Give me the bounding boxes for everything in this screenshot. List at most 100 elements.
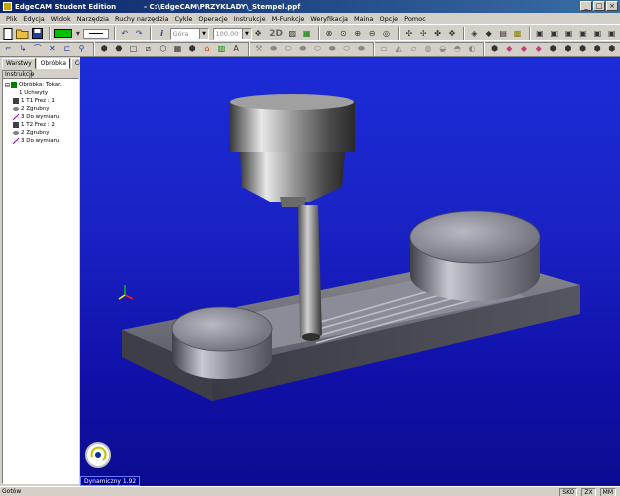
sim-1-icon[interactable]: ⬢ — [488, 42, 501, 56]
window-4-icon[interactable]: ▣ — [577, 27, 589, 41]
zoom-icon[interactable]: ◎ — [380, 27, 392, 41]
fixture-icon[interactable]: ▥ — [215, 42, 228, 56]
view-combo[interactable]: Góra ▼ — [169, 27, 210, 40]
sim-2-icon[interactable]: ◆ — [503, 42, 516, 56]
menu-cykle[interactable]: Cykle — [171, 15, 195, 23]
bracket-icon[interactable]: ⊏ — [61, 42, 74, 56]
new-file-icon[interactable] — [2, 27, 14, 41]
minimize-button[interactable]: _ — [580, 1, 592, 11]
cycle-7-icon[interactable]: ◐ — [466, 42, 479, 56]
point-icon[interactable]: ✕ — [46, 42, 59, 56]
tree-node[interactable]: 3 Do wymiaru — [5, 137, 76, 145]
redo-icon[interactable]: ↷ — [133, 27, 145, 41]
zoom-out-icon[interactable]: ⊖ — [366, 27, 378, 41]
menu-edycja[interactable]: Edycja — [20, 15, 47, 23]
tree-node[interactable]: 2 Zgrubny — [5, 105, 76, 113]
probe-icon[interactable]: ⚲ — [75, 42, 88, 56]
menu-plik[interactable]: Plik — [3, 15, 20, 23]
menu-narzedzia[interactable]: Narzędzia — [74, 15, 112, 23]
menu-m-funkcje[interactable]: M-Funkcje — [269, 15, 308, 23]
face-icon[interactable]: ⬭ — [311, 42, 324, 56]
cycle-6-icon[interactable]: ◓ — [451, 42, 464, 56]
move-icon[interactable]: ✥ — [446, 27, 458, 41]
sim-6-icon[interactable]: ⬢ — [562, 42, 575, 56]
tool-holder-icon[interactable]: ▦ — [300, 27, 312, 41]
view-orientation-icon[interactable] — [85, 442, 111, 468]
polyline-icon[interactable]: ↳ — [17, 42, 30, 56]
line-style-combo[interactable] — [82, 27, 109, 41]
cycle-4-icon[interactable]: ◍ — [422, 42, 435, 56]
component-icon[interactable]: ⬡ — [157, 42, 170, 56]
view-arrows-icon[interactable]: ✢ — [417, 27, 429, 41]
tree-node-root[interactable]: ⊟ Obróbka: Tokar. — [5, 81, 76, 89]
tree-node[interactable]: 1 T1 Frez : 1 — [5, 97, 76, 105]
menu-ruchy-narzedzia[interactable]: Ruchy narzędzia — [112, 15, 171, 23]
drill-icon[interactable]: ⬬ — [326, 42, 339, 56]
cube-icon[interactable]: ▨ — [286, 27, 298, 41]
slot-icon[interactable]: ⬭ — [340, 42, 353, 56]
cycle-3-icon[interactable]: ▱ — [407, 42, 420, 56]
undo-icon[interactable]: ↶ — [119, 27, 131, 41]
tab-warstwy[interactable]: Warstwy — [2, 58, 36, 69]
maximize-button[interactable]: □ — [593, 1, 605, 11]
menu-opcje[interactable]: Opcje — [377, 15, 402, 23]
save-icon[interactable] — [31, 27, 44, 41]
view-pan-icon[interactable]: ✤ — [431, 27, 443, 41]
line-icon[interactable]: ⌐ — [2, 42, 15, 56]
sim-7-icon[interactable]: ⬢ — [576, 42, 589, 56]
window-3-icon[interactable]: ▣ — [562, 27, 574, 41]
stock-icon[interactable]: ⬢ — [98, 42, 111, 56]
window-2-icon[interactable]: ▣ — [548, 27, 560, 41]
menu-widok[interactable]: Widok — [48, 15, 74, 23]
mode-2d-label[interactable]: 2D — [269, 29, 283, 39]
sim-5-icon[interactable]: ⬢ — [547, 42, 560, 56]
pan-icon[interactable]: ✥ — [252, 27, 264, 41]
house-icon[interactable]: ⌂ — [201, 42, 214, 56]
tab-obrobka[interactable]: Obróbka — [36, 58, 71, 69]
close-button[interactable]: × — [606, 1, 618, 11]
solid-icon[interactable]: ⬣ — [113, 42, 126, 56]
layers-icon[interactable]: ▤ — [497, 27, 509, 41]
frame-icon[interactable]: □ — [127, 42, 140, 56]
menu-operacje[interactable]: Operacje — [195, 15, 230, 23]
menu-weryfikacja[interactable]: Weryfikacja — [307, 15, 351, 23]
chamfer-icon[interactable]: ⬬ — [355, 42, 368, 56]
info-icon[interactable]: i — [155, 27, 167, 41]
profile-icon[interactable]: ⬭ — [282, 42, 295, 56]
color-swatch-icon[interactable] — [54, 27, 73, 41]
tool-icon[interactable]: ◆ — [483, 27, 495, 41]
zoom-in-icon[interactable]: ⊕ — [352, 27, 364, 41]
sim-8-icon[interactable]: ⬢ — [591, 42, 604, 56]
cycle-2-icon[interactable]: ◭ — [392, 42, 405, 56]
menu-instrukcje[interactable]: Instrukcje — [231, 15, 269, 23]
graphics-viewport[interactable]: Dynamiczny 1.92 — [80, 57, 620, 486]
text-icon[interactable]: A — [230, 42, 243, 56]
arc-icon[interactable]: ⌒ — [31, 42, 44, 56]
pattern-icon[interactable]: ▦ — [171, 42, 184, 56]
menu-pomoc[interactable]: Pomoc — [401, 15, 429, 23]
rotate-icon[interactable]: ✣ — [403, 27, 415, 41]
window-6-icon[interactable]: ▣ — [606, 27, 618, 41]
rough-icon[interactable]: ⬬ — [267, 42, 280, 56]
tree-node[interactable]: 3 Do wymiaru — [5, 113, 76, 121]
sim-9-icon[interactable]: ⬢ — [606, 42, 619, 56]
sim-3-icon[interactable]: ◆ — [518, 42, 531, 56]
cycle-1-icon[interactable]: ▭ — [378, 42, 391, 56]
zoom-all-icon[interactable]: ⊗ — [323, 27, 335, 41]
open-folder-icon[interactable] — [16, 27, 29, 41]
window-5-icon[interactable]: ▣ — [591, 27, 603, 41]
cycle-5-icon[interactable]: ◒ — [436, 42, 449, 56]
machine-icon[interactable]: ▩ — [511, 27, 523, 41]
window-1-icon[interactable]: ▣ — [534, 27, 546, 41]
shaded-icon[interactable]: ◈ — [468, 27, 480, 41]
feature-icon[interactable]: ⬢ — [186, 42, 199, 56]
tree-node[interactable]: 1 Uchwyty — [5, 89, 76, 97]
slice-icon[interactable]: ⧄ — [142, 42, 155, 56]
menu-maina[interactable]: Maina — [351, 15, 377, 23]
sim-4-icon[interactable]: ◆ — [532, 42, 545, 56]
value-combo[interactable]: 100.00 ▼ — [212, 27, 252, 40]
tree-node[interactable]: 1 T2 Frez : 2 — [5, 121, 76, 129]
tool-select-icon[interactable]: ⚒ — [253, 42, 266, 56]
color-dropdown-icon[interactable]: ▾ — [75, 27, 80, 41]
zoom-window-icon[interactable]: ⊙ — [337, 27, 349, 41]
